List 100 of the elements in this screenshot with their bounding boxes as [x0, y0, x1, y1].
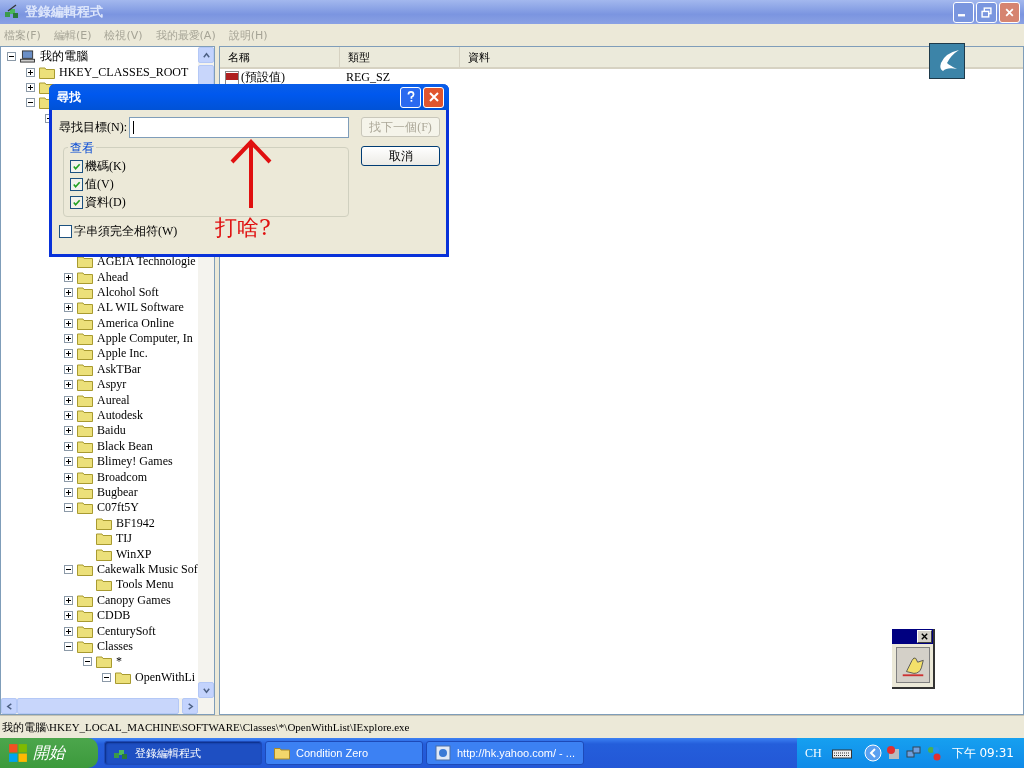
keyboard-icon[interactable] [831, 747, 852, 759]
tree-item[interactable]: Ahead [97, 269, 129, 285]
tree-item[interactable]: Bugbear [97, 485, 138, 500]
expand-icon[interactable] [64, 303, 73, 313]
tree-item[interactable]: Aureal [97, 392, 130, 408]
tree-item[interactable]: Apple Computer, In [97, 331, 193, 347]
expand-icon[interactable] [64, 318, 73, 328]
expand-icon[interactable] [64, 334, 73, 344]
folder-icon [77, 562, 93, 576]
help-button[interactable] [400, 86, 421, 108]
group-title: 查看 [68, 140, 96, 157]
collapse-icon[interactable] [26, 98, 35, 108]
expand-icon[interactable] [64, 441, 73, 451]
annotation-arrow [228, 138, 274, 210]
checkbox[interactable] [59, 224, 72, 238]
expand-icon[interactable] [64, 380, 73, 390]
tree-item[interactable]: CenturySoft [97, 623, 156, 639]
tray-icon[interactable] [885, 745, 902, 761]
tree-item[interactable]: TIJ [116, 531, 132, 547]
expand-icon[interactable] [64, 411, 73, 421]
find-label: 尋找目標(N): [59, 119, 127, 136]
tree-item[interactable]: Autodesk [97, 408, 143, 424]
expand-icon[interactable] [64, 595, 73, 605]
tree-item[interactable]: HKEY_CLASSES_ROOT [59, 64, 189, 80]
show-hidden-icons-button[interactable] [863, 744, 882, 762]
tree-item[interactable]: Aspyr [97, 377, 127, 393]
checkbox[interactable] [70, 159, 83, 173]
tree-item[interactable]: Classes [97, 638, 133, 654]
tree-item[interactable]: WinXP [116, 546, 152, 562]
tree-item[interactable]: Black Bean [97, 438, 153, 454]
collapse-icon[interactable] [64, 641, 73, 651]
expand-icon[interactable] [64, 364, 73, 374]
collapse-icon[interactable] [83, 657, 92, 667]
tree-item[interactable]: Tools Menu [116, 577, 174, 593]
expand-icon[interactable] [64, 626, 73, 636]
checkbox[interactable] [70, 195, 83, 209]
tree-item[interactable]: Alcohol Soft [97, 284, 159, 300]
tree-item[interactable]: AGEIA Technologie [97, 254, 196, 270]
folder-icon [77, 501, 93, 515]
collapse-icon[interactable] [64, 564, 73, 574]
collapse-icon[interactable] [7, 52, 16, 62]
tree-item[interactable]: Blimey! Games [97, 454, 173, 470]
taskbar-button[interactable]: Condition Zero [265, 741, 423, 765]
find-input[interactable] [129, 117, 349, 138]
expand-icon[interactable] [26, 82, 35, 92]
tree-item[interactable]: Apple Inc. [97, 346, 148, 362]
network-computers-icon[interactable] [905, 745, 922, 761]
minimize-button[interactable] [953, 1, 974, 23]
tree-item[interactable]: OpenWithLi [135, 669, 196, 685]
collapse-icon[interactable] [102, 672, 111, 682]
expand-icon[interactable] [64, 611, 73, 621]
column-header[interactable]: 類型 [340, 47, 460, 67]
expand-icon[interactable] [64, 395, 73, 405]
restore-icon [981, 6, 992, 18]
minimize-icon [958, 14, 965, 17]
collapse-icon[interactable] [64, 503, 73, 513]
expand-icon[interactable] [64, 457, 73, 467]
scroll-thumb[interactable] [17, 698, 179, 714]
expand-icon[interactable] [26, 67, 35, 77]
expand-icon[interactable] [64, 488, 73, 497]
folder-icon [96, 547, 112, 561]
bird-icon[interactable] [929, 43, 965, 79]
tree-item[interactable]: Canopy Games [97, 592, 171, 608]
tree-item[interactable]: Baidu [97, 423, 126, 439]
tree-item[interactable]: C07ft5Y [97, 500, 139, 516]
folder-icon [39, 65, 55, 79]
expand-icon[interactable] [64, 349, 73, 359]
expand-icon[interactable] [64, 272, 73, 282]
close-icon [427, 91, 440, 103]
tree-item[interactable]: AL WIL Software [97, 300, 184, 316]
scroll-thumb[interactable] [198, 65, 214, 87]
string-value-icon [225, 70, 239, 85]
cancel-button[interactable]: 取消 [361, 146, 440, 166]
checkbox-label: 值(V) [85, 175, 114, 193]
folder-icon [77, 486, 93, 499]
close-button[interactable] [917, 630, 932, 643]
tree-item[interactable]: Broadcom [97, 469, 147, 485]
expand-icon[interactable] [64, 472, 73, 482]
column-header[interactable]: 名稱 [220, 47, 340, 67]
tree-item[interactable]: * [116, 654, 122, 670]
folder-icon [77, 639, 93, 653]
folder-icon [77, 270, 93, 284]
tree-item[interactable]: Cakewalk Music Sof [97, 561, 198, 577]
tree-item[interactable]: BF1942 [116, 515, 155, 531]
expand-icon[interactable] [64, 426, 73, 436]
taskbar-button[interactable]: 登錄編輯程式 [104, 741, 262, 765]
horizontal-scrollbar[interactable] [1, 698, 214, 714]
checkbox[interactable] [70, 177, 83, 191]
folder-icon [77, 285, 93, 299]
restore-button[interactable] [976, 1, 997, 23]
folder-icon [77, 593, 93, 607]
tree-item[interactable]: AskTBar [97, 361, 141, 377]
tool-button[interactable] [896, 647, 930, 683]
expand-icon[interactable] [64, 287, 73, 297]
folder-icon [96, 516, 112, 530]
tree-item[interactable]: America Online [97, 315, 174, 331]
tree-item[interactable]: CDDB [97, 608, 131, 624]
tree-item[interactable]: 我的電腦 [40, 48, 88, 66]
taskbar-button[interactable]: http://hk.yahoo.com/ - ... [426, 741, 584, 765]
column-header[interactable]: 資料 [460, 47, 1023, 67]
